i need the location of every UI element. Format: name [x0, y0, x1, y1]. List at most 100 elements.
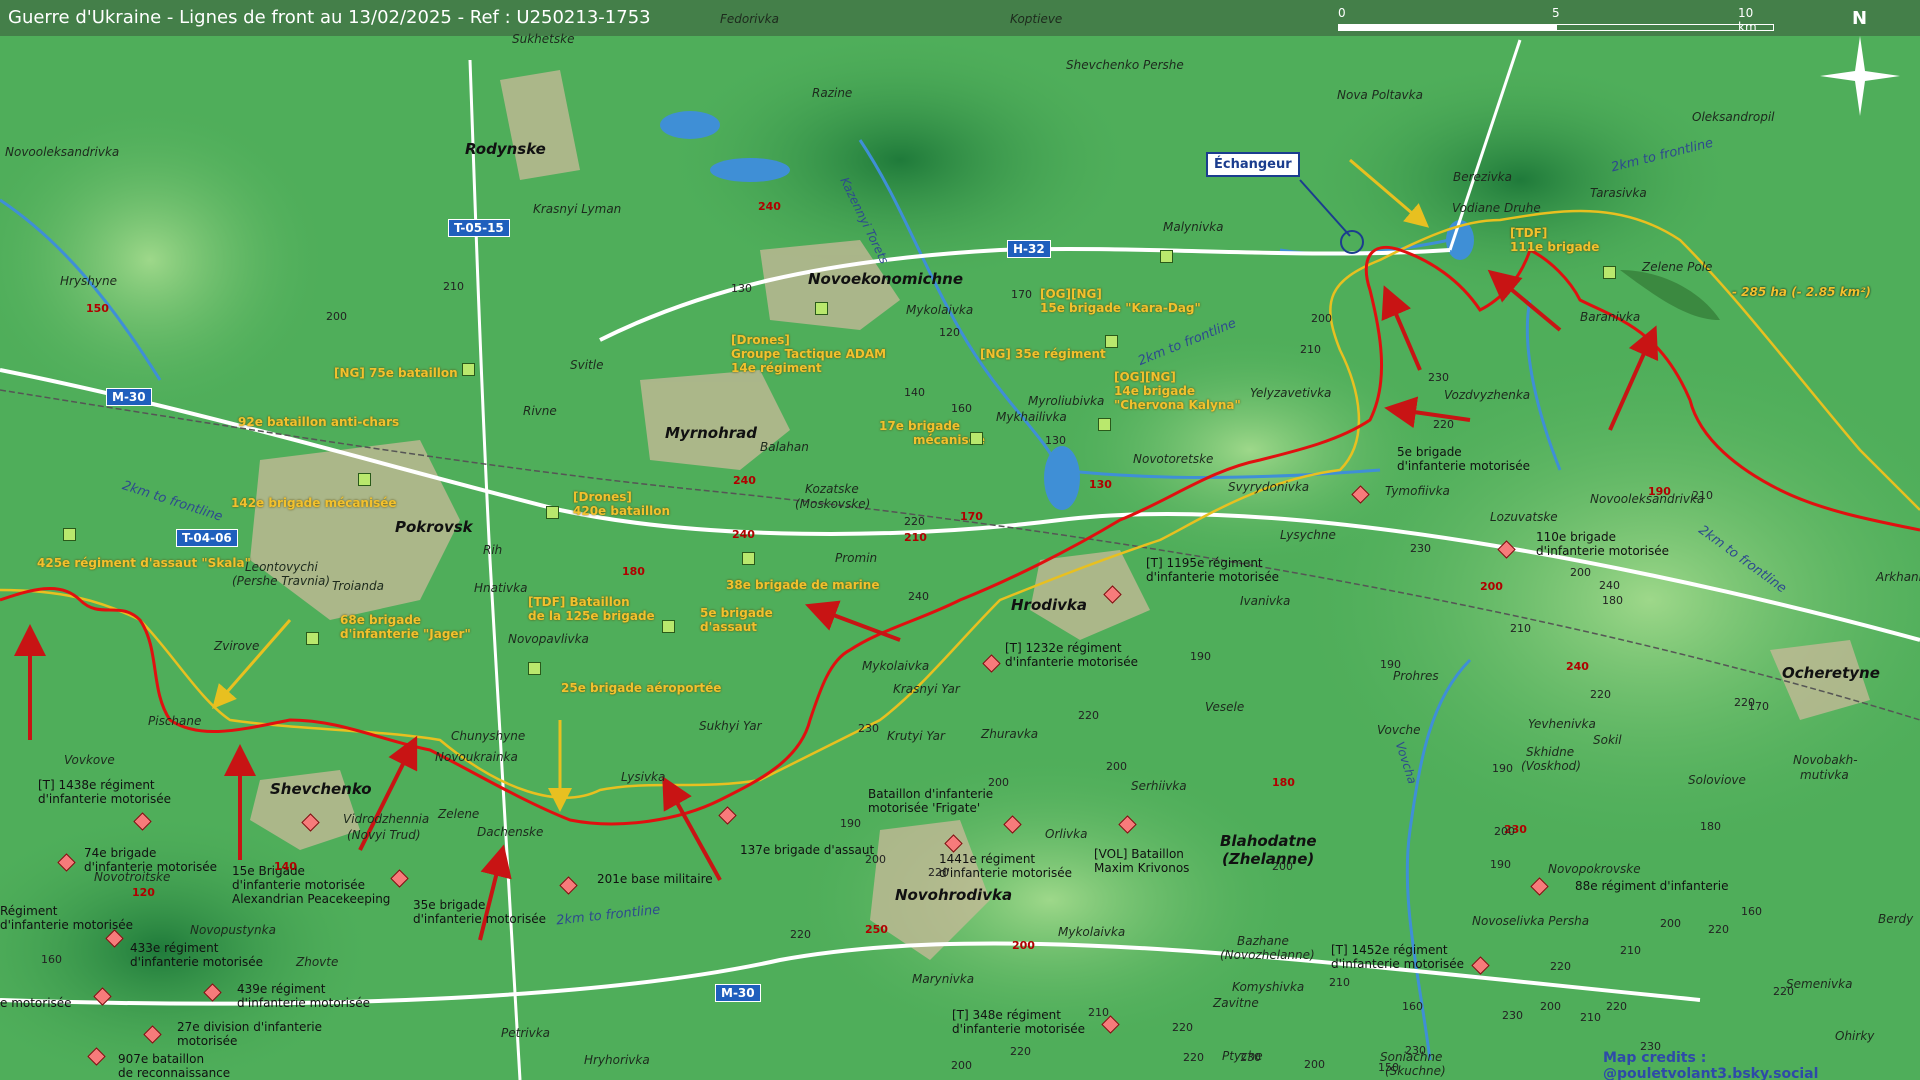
ukr-unit-142-mech[interactable]: 142e brigade mécanisée — [231, 496, 397, 510]
ukr-unit-chervona-kalyna-line2[interactable]: 14e brigade — [1114, 384, 1195, 398]
scale-label-5: 5 — [1552, 6, 1560, 20]
ru-unit-348-line2[interactable]: d'infanterie motorisée — [952, 1022, 1085, 1036]
ukr-unit-tdf-111-line1[interactable]: [TDF] — [1510, 226, 1547, 240]
ru-unit-137-assault[interactable]: 137e brigade d'assaut — [740, 843, 874, 857]
elevation-label: 190 — [1490, 858, 1511, 871]
ukr-unit-chervona-kalyna-line1[interactable]: [OG][NG] — [1114, 370, 1176, 384]
ru-unit-35-line2[interactable]: d'infanterie motorisée — [413, 912, 546, 926]
ukr-unit-ng-75[interactable]: [NG] 75e bataillon — [334, 366, 458, 380]
scale-label-0: 0 — [1338, 6, 1346, 20]
ukr-unit-ng-35[interactable]: [NG] 35e régiment — [980, 347, 1106, 361]
ukr-unit-25-airborne[interactable]: 25e brigade aéroportée — [561, 681, 721, 695]
elevation-label: 220 — [1010, 1045, 1031, 1058]
elevation-label: 200 — [1540, 1000, 1561, 1013]
ru-unit-1441-line1[interactable]: 1441e régiment — [939, 852, 1035, 866]
ukr-unit-5-assault-line1[interactable]: 5e brigade — [700, 606, 773, 620]
ru-unit-110-mot-line2[interactable]: d'infanterie motorisée — [1536, 544, 1669, 558]
elevation-label: 120 — [939, 326, 960, 339]
ukr-unit-drones-adam-line3[interactable]: 14e régiment — [731, 361, 822, 375]
elevation-label: 220 — [1183, 1051, 1204, 1064]
elevation-label: 210 — [1620, 944, 1641, 957]
elevation-label: 220 — [1590, 688, 1611, 701]
ru-unit-1195-line2[interactable]: d'infanterie motorisée — [1146, 570, 1279, 584]
elevation-label: 240 — [733, 474, 756, 487]
ru-unit-1438-line2[interactable]: d'infanterie motorisée — [38, 792, 171, 806]
town-kozatske: Kozatske — [805, 482, 859, 496]
ru-unit-1438-line1[interactable]: [T] 1438e régiment — [38, 778, 155, 792]
elevation-label: 230 — [1405, 1044, 1426, 1057]
ukr-unit-38-marine[interactable]: 38e brigade de marine — [726, 578, 879, 592]
ru-unit-1452-line2[interactable]: d'infanterie motorisée — [1331, 957, 1464, 971]
town-bazhane-alt: (Novozhelanne) — [1220, 948, 1315, 962]
elevation-label: 150 — [1378, 1061, 1399, 1074]
town-vesele: Vesele — [1205, 700, 1245, 714]
ru-unit-1195-line1[interactable]: [T] 1195e régiment — [1146, 556, 1263, 570]
ru-unit-110-mot-line1[interactable]: 110e brigade — [1536, 530, 1616, 544]
ukr-unit-5-assault-line2[interactable]: d'assaut — [700, 620, 757, 634]
elevation-label: 200 — [951, 1059, 972, 1072]
ru-unit-5-mot-line1[interactable]: 5e brigade — [1397, 445, 1462, 459]
elevation-label: 210 — [904, 531, 927, 544]
ru-unit-433-line1[interactable]: 433e régiment — [130, 941, 219, 955]
ukr-unit-chervona-kalyna-line3[interactable]: "Chervona Kalyna" — [1114, 398, 1241, 412]
ukr-unit-drones-adam-line2[interactable]: Groupe Tactique ADAM — [731, 347, 886, 361]
ru-unit-27-div-line2[interactable]: motorisée — [177, 1034, 237, 1048]
town-ohirky: Ohirky — [1835, 1029, 1875, 1043]
ru-unit-vol-krivonos-line1[interactable]: [VOL] Bataillon — [1094, 847, 1184, 861]
town-skhidne-alt: (Voskhod) — [1521, 759, 1581, 773]
ru-unit-frigate-line2[interactable]: motorisée 'Frigate' — [868, 801, 980, 815]
town-vovche: Vovche — [1377, 723, 1421, 737]
town-marynivka: Marynivka — [912, 972, 975, 986]
ru-unit-regiment-west-line1[interactable]: Régiment — [0, 904, 58, 918]
elevation-label: 190 — [1190, 650, 1211, 663]
town-promin: Promin — [835, 551, 878, 565]
ukr-unit-kara-dag-line2[interactable]: 15e brigade "Kara-Dag" — [1040, 301, 1201, 315]
ru-unit-vol-krivonos-line2[interactable]: Maxim Krivonos — [1094, 861, 1189, 875]
ukr-unit-drones-420-line2[interactable]: 420e bataillon — [573, 504, 670, 518]
map-canvas[interactable]: Guerre d'Ukraine - Lignes de front au 13… — [0, 0, 1920, 1080]
elevation-label: 230 — [858, 722, 879, 735]
ukr-unit-drones-420-line1[interactable]: [Drones] — [573, 490, 632, 504]
ru-unit-1452-line1[interactable]: [T] 1452e régiment — [1331, 943, 1448, 957]
ru-unit-5-mot-line2[interactable]: d'infanterie motorisée — [1397, 459, 1530, 473]
ru-unit-fragment-west[interactable]: e motorisée — [0, 996, 72, 1010]
ru-unit-1232-line2[interactable]: d'infanterie motorisée — [1005, 655, 1138, 669]
ru-unit-1441-line2[interactable]: d'infanterie motorisée — [939, 866, 1072, 880]
ukr-unit-425-skala[interactable]: 425e régiment d'assaut "Skala" — [37, 556, 251, 570]
ukr-unit-68-jager-line1[interactable]: 68e brigade — [340, 613, 421, 627]
ru-unit-88[interactable]: 88e régiment d'infanterie — [1575, 879, 1728, 893]
ru-unit-348-line1[interactable]: [T] 348e régiment — [952, 1008, 1061, 1022]
elevation-label: 180 — [622, 565, 645, 578]
elevation-label: 160 — [951, 402, 972, 415]
ru-unit-201-base[interactable]: 201e base militaire — [597, 872, 713, 886]
town-leontovychi-alt: (Pershe Travnia) — [232, 574, 331, 588]
ukr-unit-ng-35-icon — [1105, 335, 1118, 348]
elevation-label: 220 — [1433, 418, 1454, 431]
ru-unit-74-line2[interactable]: d'infanterie motorisée — [84, 860, 217, 874]
ru-unit-15-peacekeeping-line2[interactable]: d'infanterie motorisée — [232, 878, 365, 892]
ru-unit-regiment-west-line2[interactable]: d'infanterie motorisée — [0, 918, 133, 932]
ru-unit-433-line2[interactable]: d'infanterie motorisée — [130, 955, 263, 969]
ru-unit-frigate-line1[interactable]: Bataillon d'infanterie — [868, 787, 993, 801]
ukr-unit-92-at[interactable]: 92e bataillon anti-chars — [238, 415, 399, 429]
ukr-unit-drones-adam-line1[interactable]: [Drones] — [731, 333, 790, 347]
ru-unit-1232-line1[interactable]: [T] 1232e régiment — [1005, 641, 1122, 655]
ru-unit-74-line1[interactable]: 74e brigade — [84, 846, 156, 860]
town-fedorivka: Fedorivka — [720, 12, 779, 26]
ru-unit-439-line2[interactable]: d'infanterie motorisée — [237, 996, 370, 1010]
ukr-unit-tdf-125-line2[interactable]: de la 125e brigade — [528, 609, 655, 623]
ru-unit-27-div-line1[interactable]: 27e division d'infanterie — [177, 1020, 322, 1034]
ukr-unit-68-jager-icon — [306, 632, 319, 645]
ru-unit-439-line1[interactable]: 439e régiment — [237, 982, 326, 996]
ukr-unit-68-jager-line2[interactable]: d'infanterie "Jager" — [340, 627, 471, 641]
ru-unit-15-peacekeeping-line3[interactable]: Alexandrian Peacekeeping — [232, 892, 390, 906]
elevation-label: 220 — [1550, 960, 1571, 973]
ukr-unit-tdf-125-line1[interactable]: [TDF] Bataillon — [528, 595, 630, 609]
ukr-unit-tdf-111-line2[interactable]: 111e brigade — [1510, 240, 1599, 254]
ukr-unit-kara-dag-line1[interactable]: [OG][NG] — [1040, 287, 1102, 301]
ru-unit-907-line1[interactable]: 907e bataillon — [118, 1052, 204, 1066]
ru-unit-907-line2[interactable]: de reconnaissance — [118, 1066, 230, 1080]
ukr-unit-17-mech-line1[interactable]: 17e brigade — [879, 419, 960, 433]
ukr-unit-142-mech-icon — [358, 473, 371, 486]
ru-unit-35-line1[interactable]: 35e brigade — [413, 898, 485, 912]
